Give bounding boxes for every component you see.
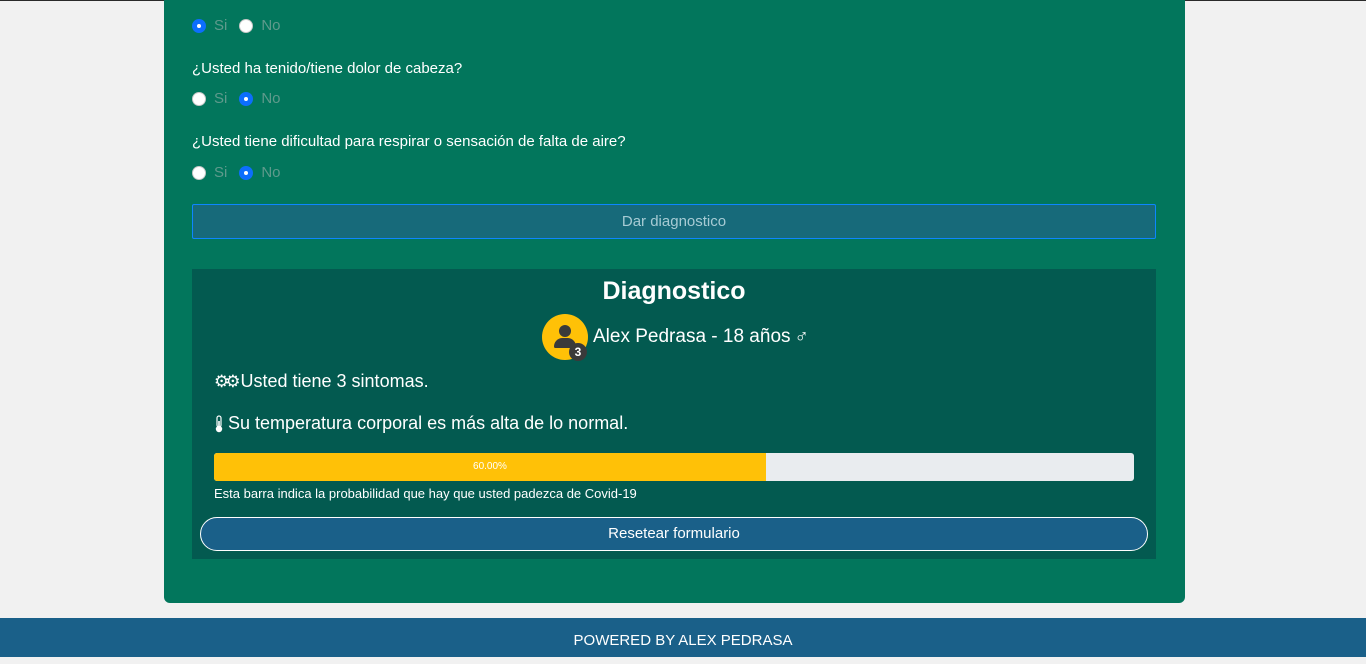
question-3-no-radio[interactable] <box>239 165 254 180</box>
user-info: 3 Alex Pedrasa - 18 años ♂ <box>542 314 809 361</box>
temperature-text: Su temperatura corporal es más alta de l… <box>228 413 629 433</box>
symptoms-line: ⚙⚙ Usted tiene 3 sintomas. <box>214 371 429 392</box>
question-2-no-option[interactable]: No <box>239 90 281 107</box>
question-2-yes-label: Si <box>214 90 228 107</box>
question-2-no-label: No <box>261 90 281 107</box>
symptom-count-badge: 3 <box>569 343 587 361</box>
diagnose-button[interactable]: Dar diagnostico <box>192 204 1156 239</box>
question-1-no-option[interactable]: No <box>239 17 281 34</box>
question-2-yes-option[interactable]: Si <box>192 90 227 107</box>
thermometer-icon <box>215 414 223 432</box>
question-1-no-radio[interactable] <box>239 18 254 33</box>
question-3-text: ¿Usted tiene dificultad para respirar o … <box>192 133 626 150</box>
probability-caption: Esta barra indica la probabilidad que ha… <box>214 486 637 501</box>
temperature-line: Su temperatura corporal es más alta de l… <box>214 413 628 434</box>
covid-probability-fill: 60.00% <box>214 453 766 481</box>
question-1-options: Si No <box>192 17 293 34</box>
symptoms-text: Usted tiene 3 sintomas. <box>240 371 429 391</box>
male-icon: ♂ <box>794 326 809 347</box>
question-1-yes-radio[interactable] <box>192 18 206 33</box>
question-2-no-radio[interactable] <box>239 91 254 106</box>
question-3-options: Si No <box>192 164 293 181</box>
diagnosis-panel: Diagnostico 3 Alex Pedrasa - 18 años ♂ ⚙… <box>192 269 1156 559</box>
question-3-yes-radio[interactable] <box>192 165 206 180</box>
reset-form-button[interactable]: Resetear formulario <box>200 517 1148 551</box>
user-name-age: Alex Pedrasa - 18 años <box>593 326 791 347</box>
gears-icon: ⚙⚙ <box>214 371 241 391</box>
footer: POWERED BY ALEX PEDRASA <box>0 618 1366 657</box>
question-3-no-label: No <box>261 164 281 181</box>
question-2-options: Si No <box>192 90 293 107</box>
covid-probability-bar: 60.00% <box>214 453 1134 481</box>
question-3-no-option[interactable]: No <box>239 164 281 181</box>
question-2-yes-radio[interactable] <box>192 91 206 106</box>
question-1-yes-option[interactable]: Si <box>192 17 227 34</box>
question-2-text: ¿Usted ha tenido/tiene dolor de cabeza? <box>192 60 463 77</box>
footer-credit: POWERED BY ALEX PEDRASA <box>573 632 793 649</box>
question-3-yes-label: Si <box>214 164 228 181</box>
question-1-no-label: No <box>261 17 281 34</box>
question-1-yes-label: Si <box>214 17 228 34</box>
question-3-yes-option[interactable]: Si <box>192 164 227 181</box>
diagnosis-title: Diagnostico <box>602 277 746 305</box>
user-avatar-icon: 3 <box>542 314 588 361</box>
